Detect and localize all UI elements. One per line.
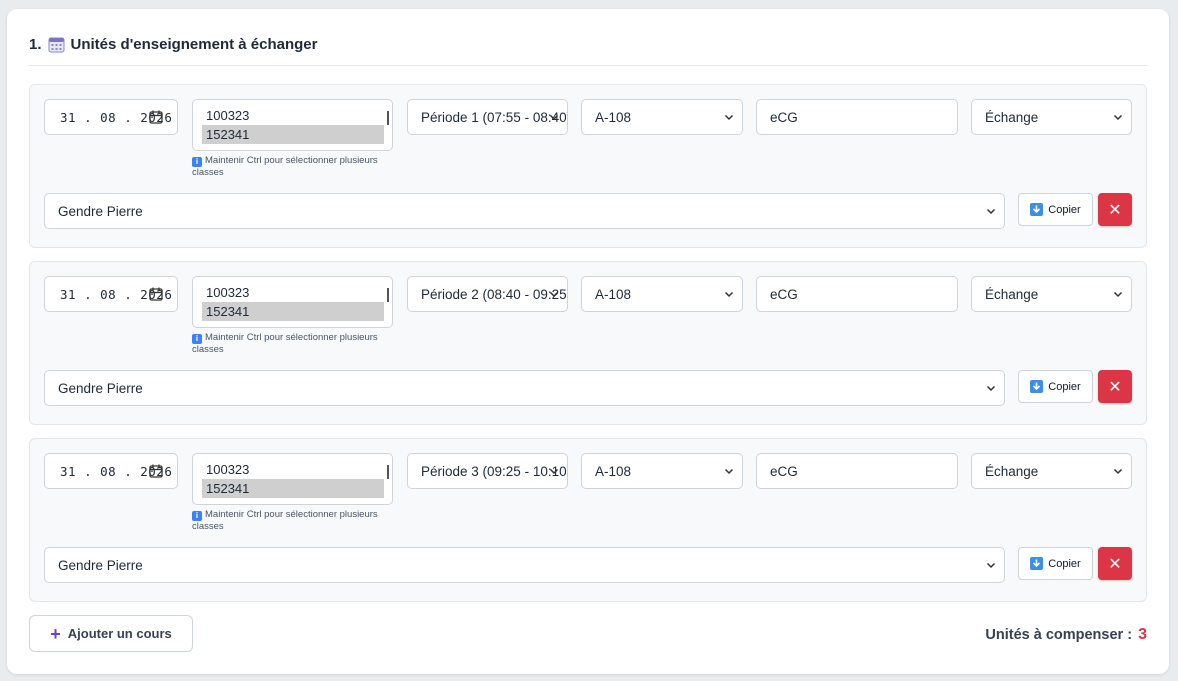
units-to-compensate-count: 3 (1138, 626, 1147, 643)
chevron-down-icon (1113, 114, 1123, 121)
chevron-down-icon (1113, 468, 1123, 475)
units-to-compensate: Unités à compenser : 3 (985, 626, 1147, 644)
room-value: A-108 (595, 463, 632, 479)
info-icon: i (192, 334, 202, 344)
subject-input[interactable]: eCG (756, 453, 958, 489)
copy-button[interactable]: Copier (1018, 547, 1093, 580)
period-select[interactable]: Période 2 (08:40 - 09:25) (407, 276, 568, 312)
text-caret (387, 111, 389, 125)
class-multiselect[interactable]: 100323 152341 (192, 99, 393, 151)
period-select[interactable]: Période 3 (09:25 - 10:10) (407, 453, 568, 489)
exchange-type-select[interactable]: Échange (971, 453, 1132, 489)
section-title: Unités d'enseignement à échanger (70, 36, 318, 53)
room-select[interactable]: A-108 (581, 276, 743, 312)
lesson-row: 31 . 08 . 2026 100323 152341 i Maintenir … (29, 84, 1147, 248)
chevron-down-icon (724, 291, 734, 298)
chevron-down-icon (986, 208, 996, 215)
class-hint-text: Maintenir Ctrl pour sélectionner plusieu… (192, 155, 378, 178)
exchange-type-select[interactable]: Échange (971, 276, 1132, 312)
plus-icon: + (50, 623, 61, 644)
close-icon: ✕ (1108, 378, 1122, 396)
delete-button[interactable]: ✕ (1098, 370, 1132, 403)
copy-label: Copier (1048, 557, 1081, 570)
class-hint: i Maintenir Ctrl pour sélectionner plusie… (192, 332, 402, 356)
copy-label: Copier (1048, 380, 1081, 393)
chevron-down-icon (549, 291, 559, 298)
calendar-picker-icon[interactable] (149, 464, 163, 478)
teacher-value: Gendre Pierre (58, 380, 143, 396)
teacher-select[interactable]: Gendre Pierre (44, 370, 1005, 406)
copy-label: Copier (1048, 203, 1081, 216)
chevron-down-icon (724, 468, 734, 475)
period-value: Période 2 (08:40 - 09:25) (421, 286, 568, 302)
class-multiselect[interactable]: 100323 152341 (192, 276, 393, 328)
close-icon: ✕ (1108, 201, 1122, 219)
subject-value: eCG (770, 286, 798, 302)
teacher-value: Gendre Pierre (58, 557, 143, 573)
download-icon (1030, 203, 1044, 216)
date-input[interactable]: 31 . 08 . 2026 (44, 99, 178, 135)
subject-value: eCG (770, 463, 798, 479)
class-option[interactable]: 100323 (202, 460, 384, 479)
exchange-type-value: Échange (985, 286, 1039, 302)
download-icon (1030, 557, 1044, 570)
exchange-type-value: Échange (985, 109, 1039, 125)
teacher-select[interactable]: Gendre Pierre (44, 193, 1005, 229)
chevron-down-icon (1113, 291, 1123, 298)
class-hint: i Maintenir Ctrl pour sélectionner plusie… (192, 155, 402, 179)
teacher-select[interactable]: Gendre Pierre (44, 547, 1005, 583)
add-lesson-button[interactable]: + Ajouter un cours (29, 615, 193, 652)
period-value: Période 3 (09:25 - 10:10) (421, 463, 568, 479)
class-option-selected[interactable]: 152341 (202, 302, 384, 321)
exchange-card: 1. Unités d'enseignement à échanger 31 .… (7, 9, 1169, 674)
class-option[interactable]: 100323 (202, 106, 384, 125)
chevron-down-icon (986, 385, 996, 392)
class-hint-text: Maintenir Ctrl pour sélectionner plusieu… (192, 509, 378, 532)
room-value: A-108 (595, 109, 632, 125)
copy-button[interactable]: Copier (1018, 193, 1093, 226)
date-input[interactable]: 31 . 08 . 2026 (44, 453, 178, 489)
add-lesson-label: Ajouter un cours (67, 626, 172, 641)
delete-button[interactable]: ✕ (1098, 193, 1132, 226)
lesson-row: 31 . 08 . 2026 100323 152341 i Maintenir … (29, 438, 1147, 602)
units-to-compensate-label: Unités à compenser : (985, 627, 1133, 643)
room-select[interactable]: A-108 (581, 453, 743, 489)
class-option[interactable]: 100323 (202, 283, 384, 302)
calendar-picker-icon[interactable] (149, 110, 163, 124)
chevron-down-icon (549, 468, 559, 475)
class-option-selected[interactable]: 152341 (202, 479, 384, 498)
subject-input[interactable]: eCG (756, 99, 958, 135)
copy-button[interactable]: Copier (1018, 370, 1093, 403)
info-icon: i (192, 157, 202, 167)
chevron-down-icon (986, 562, 996, 569)
text-caret (387, 465, 389, 479)
section-number: 1. (29, 36, 42, 53)
date-input[interactable]: 31 . 08 . 2026 (44, 276, 178, 312)
exchange-type-value: Échange (985, 463, 1039, 479)
chevron-down-icon (724, 114, 734, 121)
section-header: 1. Unités d'enseignement à échanger (29, 36, 318, 53)
download-icon (1030, 380, 1044, 393)
subject-value: eCG (770, 109, 798, 125)
teacher-value: Gendre Pierre (58, 203, 143, 219)
info-icon: i (192, 511, 202, 521)
room-value: A-108 (595, 286, 632, 302)
close-icon: ✕ (1108, 555, 1122, 573)
chevron-down-icon (549, 114, 559, 121)
period-select[interactable]: Période 1 (07:55 - 08:40) (407, 99, 568, 135)
class-hint-text: Maintenir Ctrl pour sélectionner plusieu… (192, 332, 378, 355)
text-caret (387, 288, 389, 302)
calendar-icon (48, 36, 65, 53)
exchange-type-select[interactable]: Échange (971, 99, 1132, 135)
room-select[interactable]: A-108 (581, 99, 743, 135)
class-multiselect[interactable]: 100323 152341 (192, 453, 393, 505)
class-hint: i Maintenir Ctrl pour sélectionner plusie… (192, 509, 402, 533)
class-option-selected[interactable]: 152341 (202, 125, 384, 144)
delete-button[interactable]: ✕ (1098, 547, 1132, 580)
period-value: Période 1 (07:55 - 08:40) (421, 109, 568, 125)
lesson-row: 31 . 08 . 2026 100323 152341 i Maintenir … (29, 261, 1147, 425)
title-divider (29, 65, 1147, 66)
subject-input[interactable]: eCG (756, 276, 958, 312)
calendar-picker-icon[interactable] (149, 287, 163, 301)
